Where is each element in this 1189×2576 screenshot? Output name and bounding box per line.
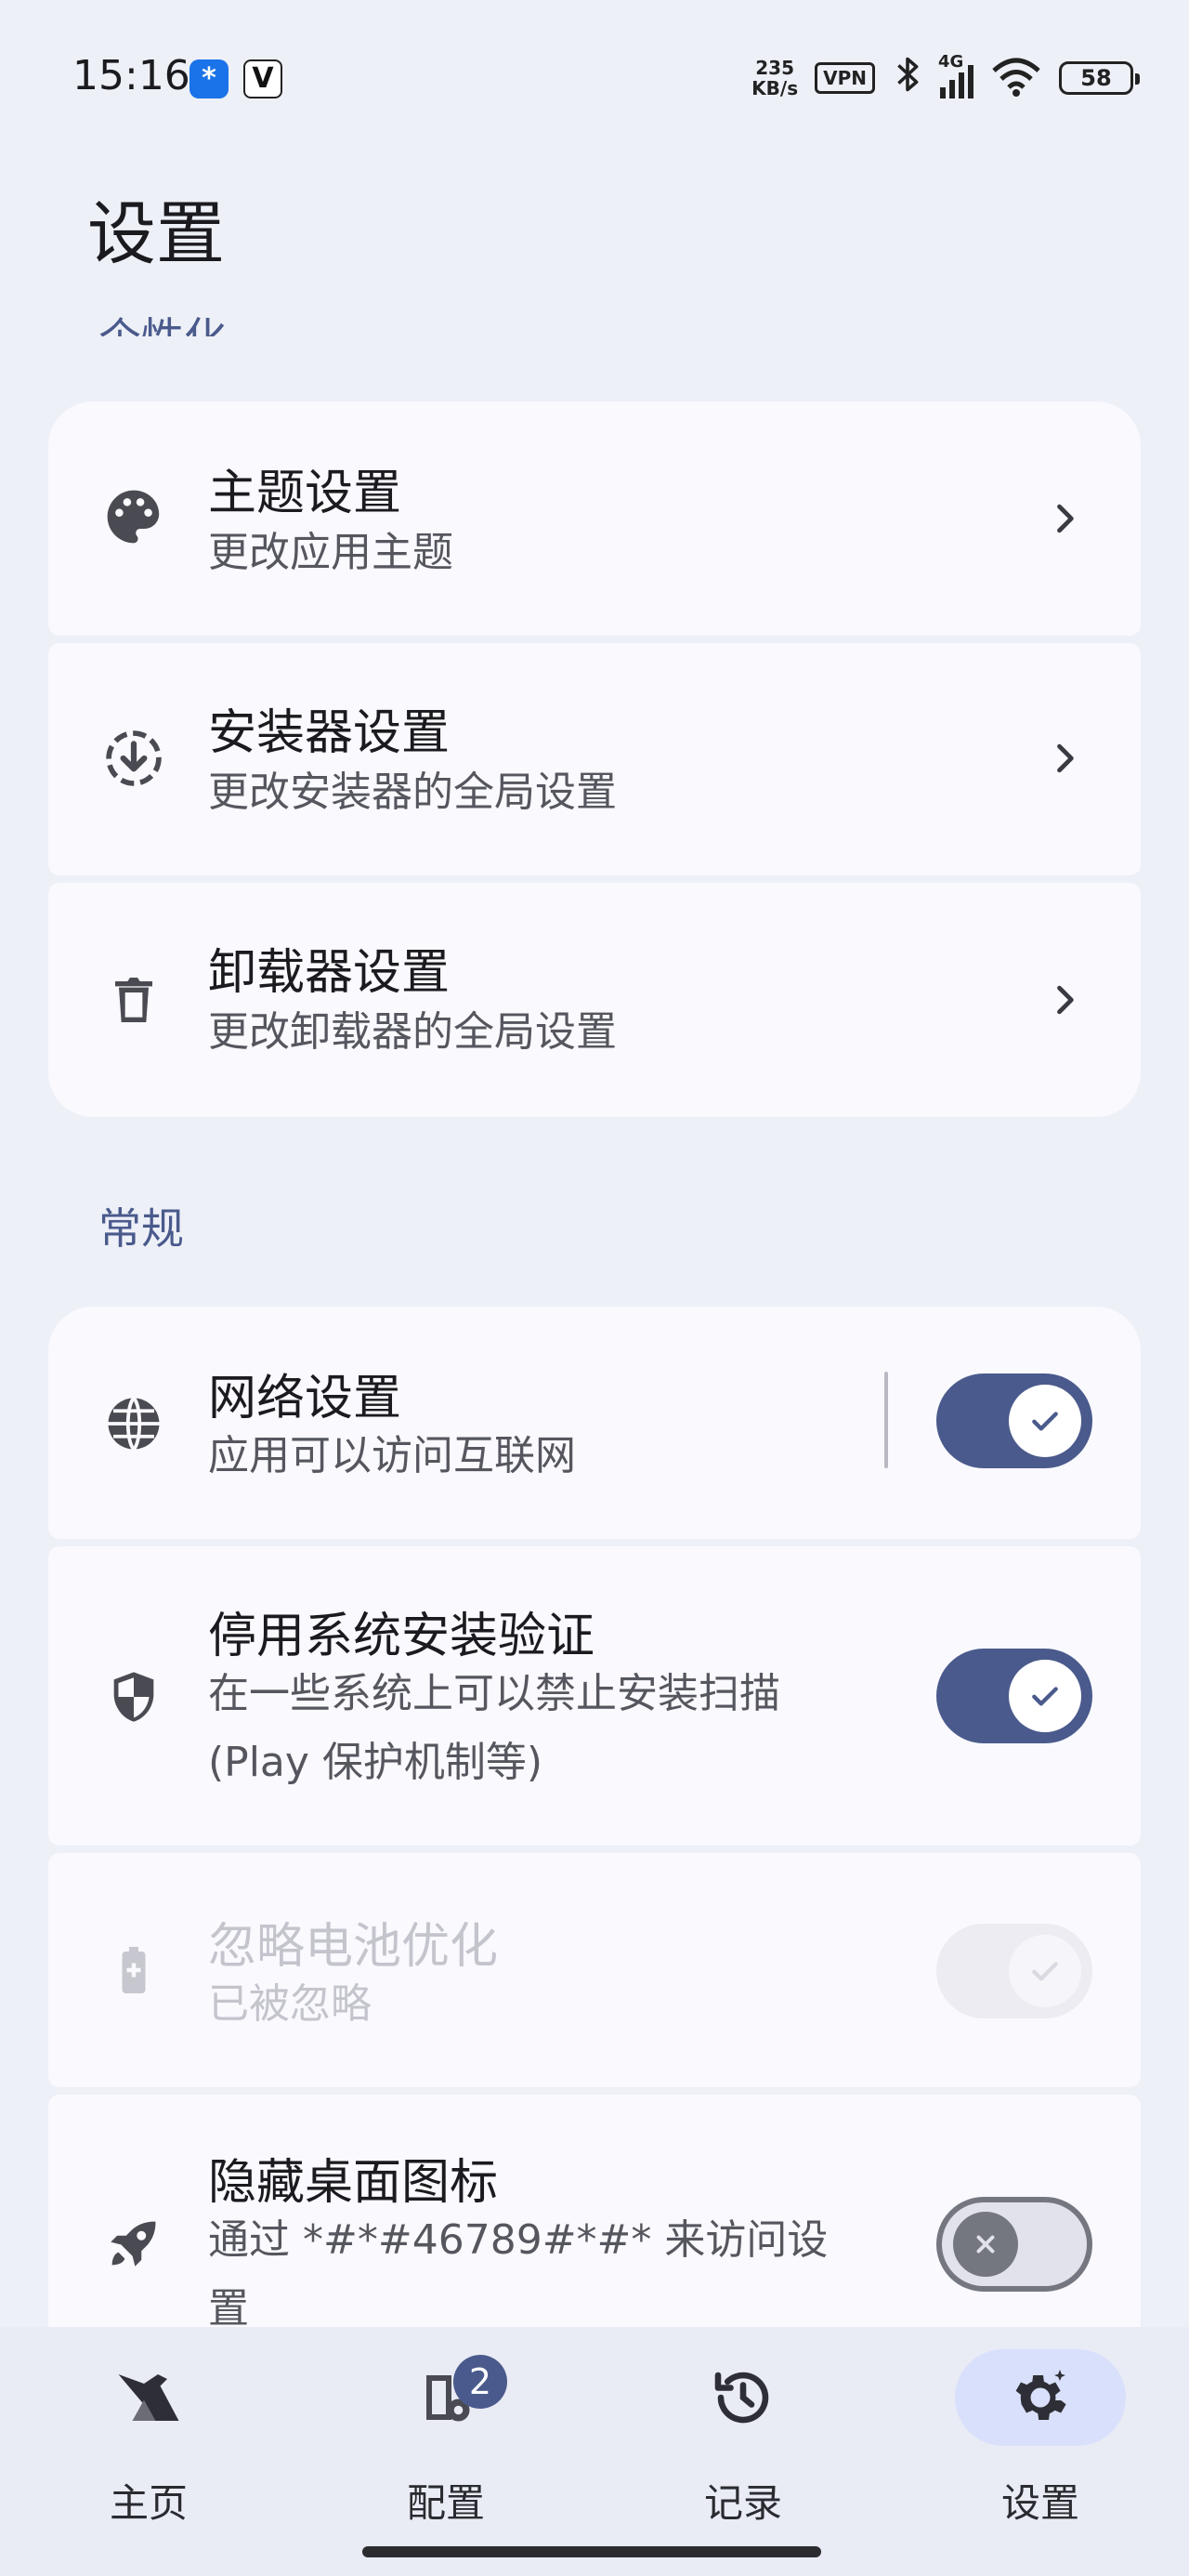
check-icon [1009, 1660, 1081, 1732]
hide-icon-toggle[interactable] [936, 2197, 1092, 2292]
history-icon [658, 2349, 829, 2446]
divider [884, 1372, 888, 1468]
wifi-icon [990, 56, 1042, 100]
section-title-personalization: 个性化 [98, 296, 227, 336]
notification-app-icon-2: V [243, 59, 282, 99]
notification-app-icon: * [189, 59, 229, 99]
install-verification-toggle[interactable] [936, 1649, 1092, 1743]
item-subtitle: 更改安装器的全局设置 [208, 769, 617, 816]
nav-item-history[interactable]: 记录 [650, 2349, 836, 2535]
chevron-right-icon [1044, 498, 1085, 539]
status-time: 15:16 [72, 52, 190, 99]
check-icon [1009, 1385, 1081, 1457]
download-circle-icon [100, 725, 167, 792]
status-bar: 15:16 * V 235 KB/s VPN 4G 58 [0, 0, 1189, 158]
hide-launcher-icon-item[interactable]: 隐藏桌面图标 通过 *#*#46789#*#* 来访问设 置 [48, 2095, 1141, 2327]
close-icon [953, 2212, 1018, 2277]
palette-icon [100, 483, 167, 550]
item-title: 卸载器设置 [208, 945, 451, 1001]
home-indicator[interactable] [362, 2546, 821, 2557]
network-settings-item[interactable]: 网络设置 应用可以访问互联网 [48, 1307, 1141, 1539]
item-subtitle: 更改卸载器的全局设置 [208, 1008, 617, 1056]
nav-item-home[interactable]: 主页 [56, 2349, 242, 2535]
item-title: 忽略电池优化 [208, 1919, 499, 1975]
item-title: 停用系统安装验证 [208, 1609, 595, 1664]
bird-icon [63, 2349, 234, 2446]
check-icon [1009, 1935, 1081, 2007]
nav-label: 记录 [703, 2480, 782, 2526]
nav-label: 主页 [109, 2480, 188, 2526]
item-subtitle: 通过 *#*#46789#*#* 来访问设 [208, 2216, 829, 2264]
item-title: 隐藏桌面图标 [208, 2155, 499, 2211]
item-title: 主题设置 [208, 466, 402, 521]
bottom-navigation: 主页 2 配置 记录 设置 [0, 2327, 1189, 2576]
nav-item-settings[interactable]: 设置 [947, 2349, 1133, 2535]
config-badge: 2 [453, 2355, 507, 2409]
page-title: 设置 [87, 194, 225, 274]
nav-label: 设置 [1000, 2480, 1079, 2526]
item-subtitle: 更改应用主题 [208, 529, 453, 576]
vpn-indicator: VPN [815, 62, 875, 94]
installer-settings-item[interactable]: 安装器设置 更改安装器的全局设置 [48, 643, 1141, 875]
item-title: 网络设置 [208, 1371, 402, 1426]
trash-icon [100, 966, 167, 1033]
chevron-right-icon [1044, 979, 1085, 1020]
section-title-general: 常规 [98, 1203, 184, 1254]
battery-icon [100, 1937, 167, 2004]
item-subtitle: 已被忽略 [208, 1980, 372, 2028]
rocket-icon [100, 2210, 167, 2277]
shield-icon [100, 1663, 167, 1730]
network-toggle[interactable] [936, 1373, 1092, 1468]
battery-indicator: 58 [1059, 61, 1140, 95]
battery-optimization-toggle [936, 1924, 1092, 2018]
network-speed: 235 KB/s [751, 57, 799, 99]
gear-icon [955, 2349, 1126, 2446]
cellular-signal-icon: 4G [938, 52, 973, 99]
theme-settings-item[interactable]: 主题设置 更改应用主题 [48, 401, 1141, 636]
disable-install-verification-item[interactable]: 停用系统安装验证 在一些系统上可以禁止安装扫描 (Play 保护机制等) [48, 1546, 1141, 1846]
nav-item-config[interactable]: 2 配置 [353, 2349, 539, 2535]
item-title: 安装器设置 [208, 705, 451, 761]
item-subtitle: 在一些系统上可以禁止安装扫描 [208, 1670, 780, 1717]
item-subtitle: 应用可以访问互联网 [208, 1432, 576, 1479]
status-icons: 235 KB/s VPN 4G 58 [751, 52, 1140, 104]
uninstaller-settings-item[interactable]: 卸载器设置 更改卸载器的全局设置 [48, 883, 1141, 1117]
item-subtitle-line2: (Play 保护机制等) [208, 1739, 543, 1786]
nav-label: 配置 [406, 2480, 485, 2526]
globe-icon [100, 1390, 167, 1457]
ignore-battery-optimization-item: 忽略电池优化 已被忽略 [48, 1853, 1141, 2087]
config-icon [360, 2349, 531, 2446]
bluetooth-icon [892, 54, 923, 103]
chevron-right-icon [1044, 738, 1085, 779]
item-subtitle-line2: 置 [208, 2285, 249, 2327]
